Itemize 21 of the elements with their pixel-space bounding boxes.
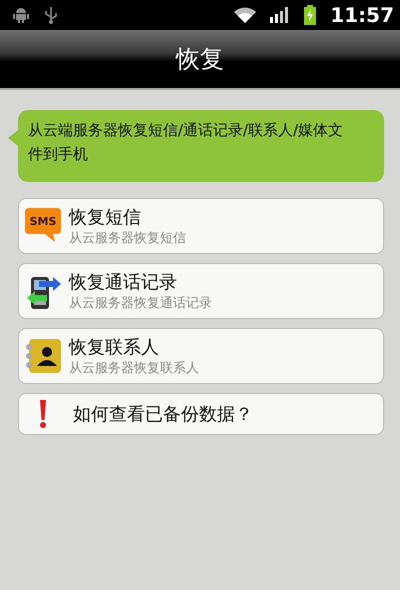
android-icon	[12, 7, 30, 23]
item-subtitle: 从云服务器恢复短信	[69, 230, 186, 247]
clock-time: 11:57	[330, 3, 394, 27]
battery-icon	[304, 5, 316, 25]
usb-icon	[44, 6, 58, 24]
item-subtitle: 从云服务器恢复通话记录	[69, 295, 212, 312]
signal-icon	[270, 7, 290, 23]
list-item[interactable]: SMS 恢复短信 从云服务器恢复短信	[18, 198, 384, 254]
item-title: 恢复通话记录	[69, 271, 177, 294]
list-item[interactable]: 恢复通话记录 从云服务器恢复通话记录	[18, 263, 384, 319]
wifi-icon	[234, 7, 256, 23]
item-title: 恢复短信	[69, 206, 141, 229]
address-book-icon	[23, 336, 63, 376]
list-item[interactable]: 如何查看已备份数据？	[18, 393, 384, 435]
message-text: 从云端服务器恢复短信/通话记录/联系人/媒体文件到手机	[28, 120, 344, 165]
list-item[interactable]: 恢复联系人 从云服务器恢复联系人	[18, 328, 384, 384]
item-title: 恢复联系人	[69, 336, 159, 359]
item-subtitle: 从云服务器恢复联系人	[69, 360, 199, 377]
window-title: 恢复	[176, 44, 224, 75]
item-title: 如何查看已备份数据？	[73, 403, 253, 426]
exclamation-icon	[39, 399, 47, 429]
